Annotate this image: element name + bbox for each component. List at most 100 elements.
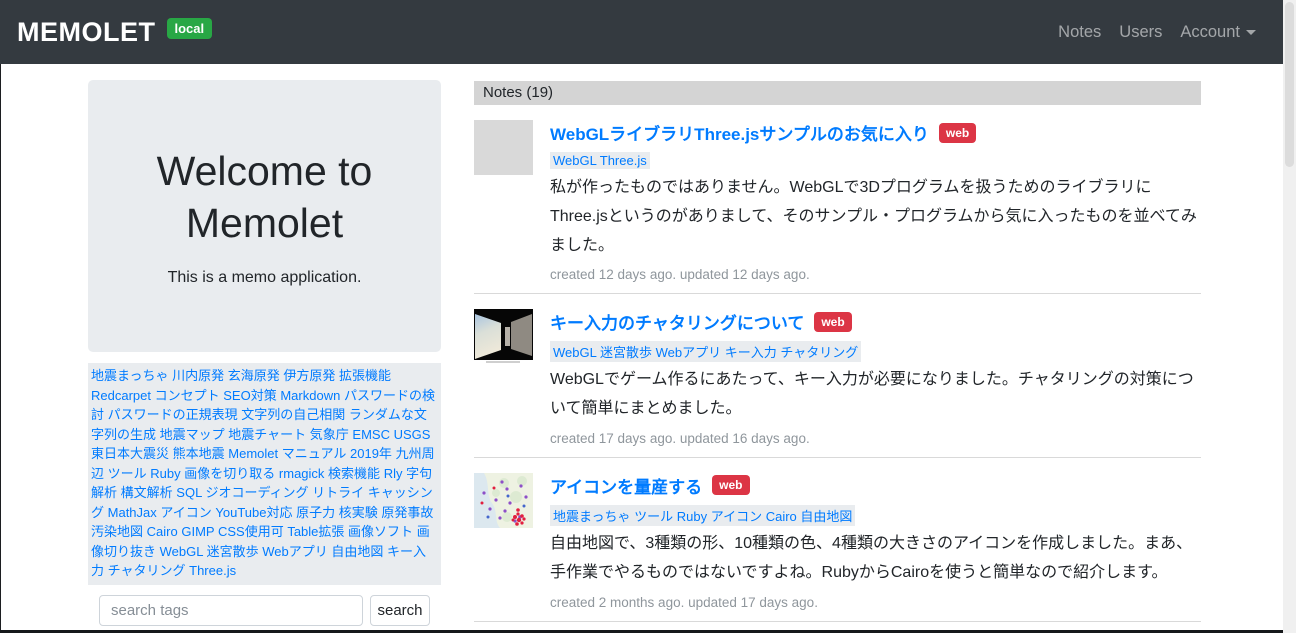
note-title-row: WebGLライブラリThree.jsサンプルのお気に入りweb	[550, 120, 1201, 145]
nav-link-notes[interactable]: Notes	[1049, 15, 1110, 50]
tag-link[interactable]: ツール	[108, 466, 147, 481]
note-tag-link[interactable]: チャタリング	[780, 345, 858, 360]
note-item: キー入力のチャタリングについて web WebGL 迷宮散歩 Webアプリ キー入力…	[474, 294, 1201, 446]
note-title-link[interactable]: アイコンを量産する	[550, 473, 702, 498]
note-thumbnail[interactable]	[474, 473, 533, 528]
notes-panel: Notes (19) WebGLライブラリThree.jsサンプルのお気に入りw…	[474, 81, 1201, 633]
tag-link[interactable]: CSS使用可	[218, 524, 284, 539]
note-tag-link[interactable]: アイコン	[711, 509, 762, 524]
tag-link[interactable]: EMSC	[352, 427, 390, 442]
note-tag-link[interactable]: 自由地図	[800, 509, 852, 524]
tag-link[interactable]: 画像を切り取る	[184, 466, 275, 481]
note-item: WebGLライブラリThree.jsサンプルのお気に入りweb WebGL Thr…	[474, 105, 1201, 282]
tag-link[interactable]: 画像ソフト	[348, 524, 413, 539]
note-tag-link[interactable]: ツール	[634, 509, 673, 524]
tag-link[interactable]: 拡張機能	[339, 368, 391, 383]
note-title-link[interactable]: キー入力のチャタリングについて	[550, 309, 804, 334]
note-title-row: アイコンを量産する web	[550, 473, 1201, 498]
note-tag-link[interactable]: Ruby	[677, 509, 707, 524]
tag-link[interactable]: Memolet	[228, 446, 278, 461]
note-tags: WebGL Three.js	[550, 152, 650, 169]
note-tag-link[interactable]: Cairo	[766, 509, 797, 524]
tag-link[interactable]: マニュアル	[282, 446, 347, 461]
note-tag-link[interactable]: キー入力	[725, 345, 777, 360]
tag-link[interactable]: SEO対策	[223, 388, 276, 403]
note-content: WebGLライブラリThree.jsサンプルのお気に入りweb WebGL Thr…	[550, 120, 1201, 282]
tag-link[interactable]: Three.js	[189, 563, 236, 578]
note-tags: 地震まっちゃ ツール Ruby アイコン Cairo 自由地図	[550, 505, 855, 526]
tag-link[interactable]: 地震まっちゃ	[91, 368, 168, 383]
note-tag-link[interactable]: WebGL	[553, 153, 596, 168]
tag-link[interactable]: Cairo	[147, 524, 178, 539]
search-input[interactable]	[99, 595, 363, 626]
tag-link[interactable]: Ruby	[150, 466, 180, 481]
tag-link[interactable]: 伊方原発	[283, 368, 335, 383]
brand-link[interactable]: MEMOLET	[17, 17, 156, 48]
window-edge-left	[0, 64, 1, 633]
tag-link[interactable]: 地震マップ	[160, 427, 225, 442]
navbar: MEMOLET local NotesUsersAccount	[0, 0, 1283, 64]
note-tags-row: 地震まっちゃ ツール Ruby アイコン Cairo 自由地図	[550, 505, 1201, 526]
tag-link[interactable]: チャタリング	[108, 563, 186, 578]
note-tag-link[interactable]: 迷宮散歩	[600, 345, 652, 360]
tag-link[interactable]: Table拡張	[287, 524, 344, 539]
tag-link[interactable]: WebGL	[160, 544, 203, 559]
tag-link[interactable]: アイコン	[160, 505, 211, 520]
tag-link[interactable]: MathJax	[108, 505, 157, 520]
tag-link[interactable]: GIMP	[181, 524, 214, 539]
nav-link-account[interactable]: Account	[1171, 15, 1265, 50]
tag-link[interactable]: 核実験	[339, 505, 378, 520]
note-tag-link[interactable]: WebGL	[553, 345, 596, 360]
note-title-link[interactable]: WebGLライブラリThree.jsサンプルのお気に入り	[550, 120, 929, 145]
note-tag-link[interactable]: Webアプリ	[656, 345, 722, 360]
tag-link[interactable]: 文字列の自己相関	[241, 407, 345, 422]
tag-link[interactable]: コンセプト	[155, 388, 220, 403]
welcome-subtitle: This is a memo application.	[168, 269, 362, 287]
note-visibility-badge: web	[814, 312, 851, 332]
tag-link[interactable]: 東日本大震災	[91, 446, 169, 461]
tag-link[interactable]: Redcarpet	[91, 388, 151, 403]
note-thumbnail[interactable]	[474, 309, 533, 364]
tag-link[interactable]: Webアプリ	[262, 544, 328, 559]
note-tags-row: WebGL Three.js	[550, 152, 1201, 170]
notes-header: Notes (19)	[474, 81, 1201, 105]
tag-link[interactable]: SQL	[176, 485, 202, 500]
navbar-links: NotesUsersAccount	[1049, 15, 1265, 50]
nav-link-users[interactable]: Users	[1110, 15, 1171, 50]
tag-link[interactable]: 地震チャート	[228, 427, 306, 442]
tag-link[interactable]: 熊本地震	[173, 446, 225, 461]
note-tag-link[interactable]: Three.js	[600, 153, 647, 168]
tag-link[interactable]: 川内原発	[172, 368, 224, 383]
tag-search-form: search	[99, 595, 430, 626]
note-meta: created 12 days ago. updated 12 days ago…	[550, 267, 1201, 282]
tag-link[interactable]: YouTube対応	[215, 505, 292, 520]
welcome-panel: Welcome toMemolet This is a memo applica…	[88, 80, 441, 352]
tag-link[interactable]: 原発事故	[381, 505, 433, 520]
tag-link[interactable]: 検索機能	[328, 466, 380, 481]
tag-link[interactable]: 迷宮散歩	[207, 544, 259, 559]
tag-link[interactable]: Markdown	[280, 388, 340, 403]
search-button[interactable]: search	[370, 595, 430, 626]
tag-link[interactable]: 原子力	[296, 505, 335, 520]
tag-link[interactable]: 汚染地図	[91, 524, 143, 539]
chevron-down-icon	[1246, 30, 1256, 40]
welcome-title: Welcome toMemolet	[157, 145, 373, 250]
note-thumbnail[interactable]	[474, 120, 533, 175]
note-tag-link[interactable]: 地震まっちゃ	[553, 509, 630, 524]
note-visibility-badge: web	[712, 475, 749, 495]
tag-link[interactable]: USGS	[394, 427, 431, 442]
tag-link[interactable]: 自由地図	[331, 544, 383, 559]
tag-link[interactable]: ジオコーディング	[205, 485, 308, 500]
tag-link[interactable]: 2019年	[350, 446, 392, 461]
tag-link[interactable]: Rly	[384, 466, 403, 481]
scrollbar[interactable]	[1283, 0, 1296, 633]
tag-link[interactable]: 玄海原発	[228, 368, 280, 383]
note-tags: WebGL 迷宮散歩 Webアプリ キー入力 チャタリング	[550, 341, 861, 362]
tag-link[interactable]: rmagick	[279, 466, 325, 481]
note-content: アイコンを量産する web 地震まっちゃ ツール Ruby アイコン Cairo 自…	[550, 473, 1201, 610]
tag-link[interactable]: 構文解析	[121, 485, 173, 500]
tag-link[interactable]: 気象庁	[310, 427, 349, 442]
tag-link[interactable]: リトライ	[312, 485, 364, 500]
tag-link[interactable]: パスワードの正規表現	[108, 407, 238, 422]
scrollbar-thumb[interactable]	[1285, 2, 1294, 167]
